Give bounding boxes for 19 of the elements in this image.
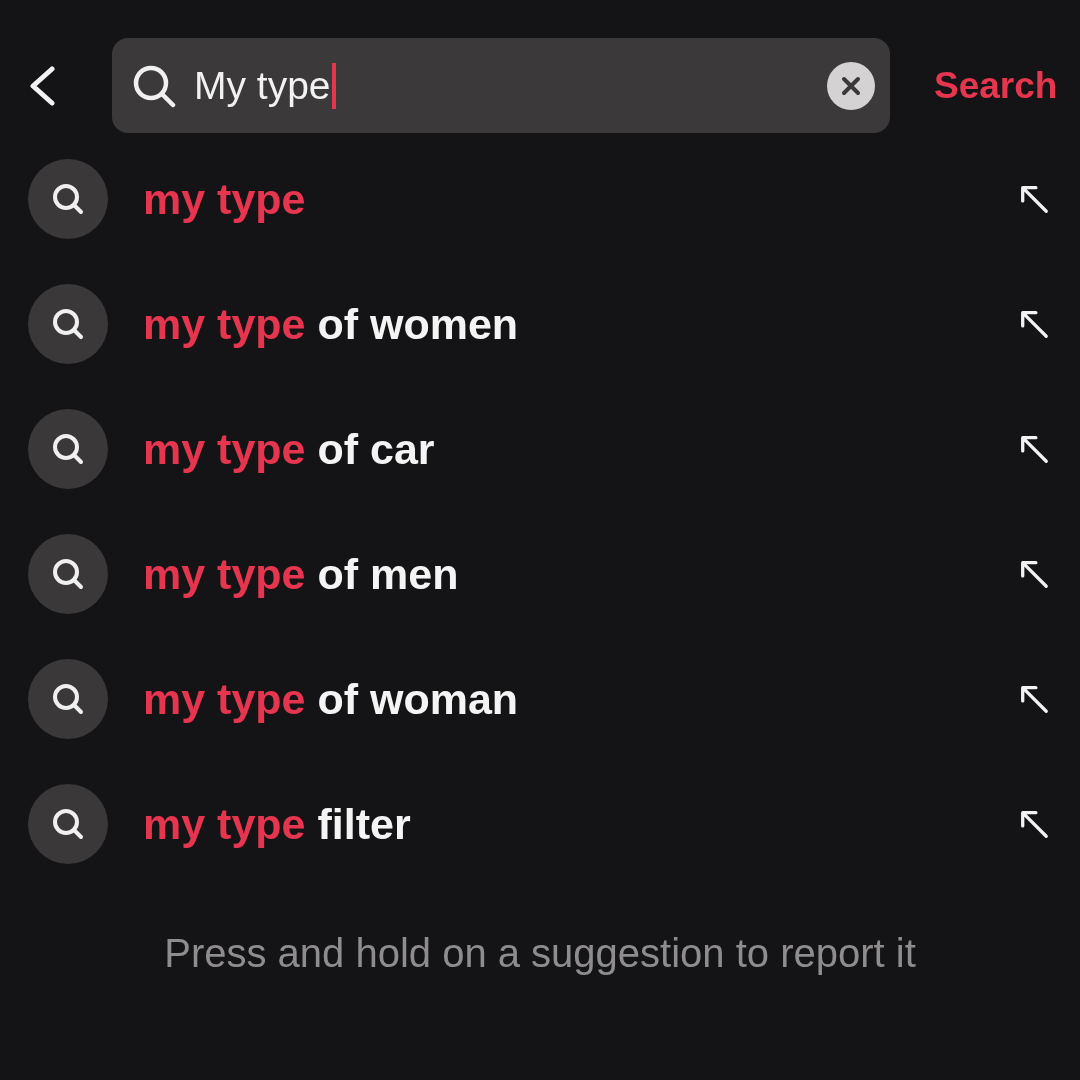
clear-icon	[827, 61, 875, 110]
clear-button[interactable]	[827, 61, 875, 110]
search-icon	[28, 283, 108, 364]
search-icon	[28, 658, 108, 739]
search-icon	[132, 63, 176, 108]
search-button[interactable]: Search	[934, 62, 1058, 109]
suggestion-text[interactable]: my type of woman	[143, 672, 519, 725]
suggestion-text[interactable]: my type filter	[143, 797, 411, 850]
search-icon	[28, 158, 108, 239]
report-hint: Press and hold on a suggestion to report it	[164, 930, 916, 976]
suggestion-text[interactable]: my type of men	[143, 547, 459, 600]
search-icon	[28, 408, 108, 489]
suggestion-text[interactable]: my type of car	[143, 422, 435, 475]
suggestion-text[interactable]: my type	[143, 172, 306, 225]
search-field[interactable]: My type	[112, 38, 890, 133]
back-chevron-icon	[28, 65, 56, 106]
search-icon	[28, 533, 108, 614]
search-icon	[28, 783, 108, 864]
suggestion-text[interactable]: my type of women	[143, 297, 519, 350]
